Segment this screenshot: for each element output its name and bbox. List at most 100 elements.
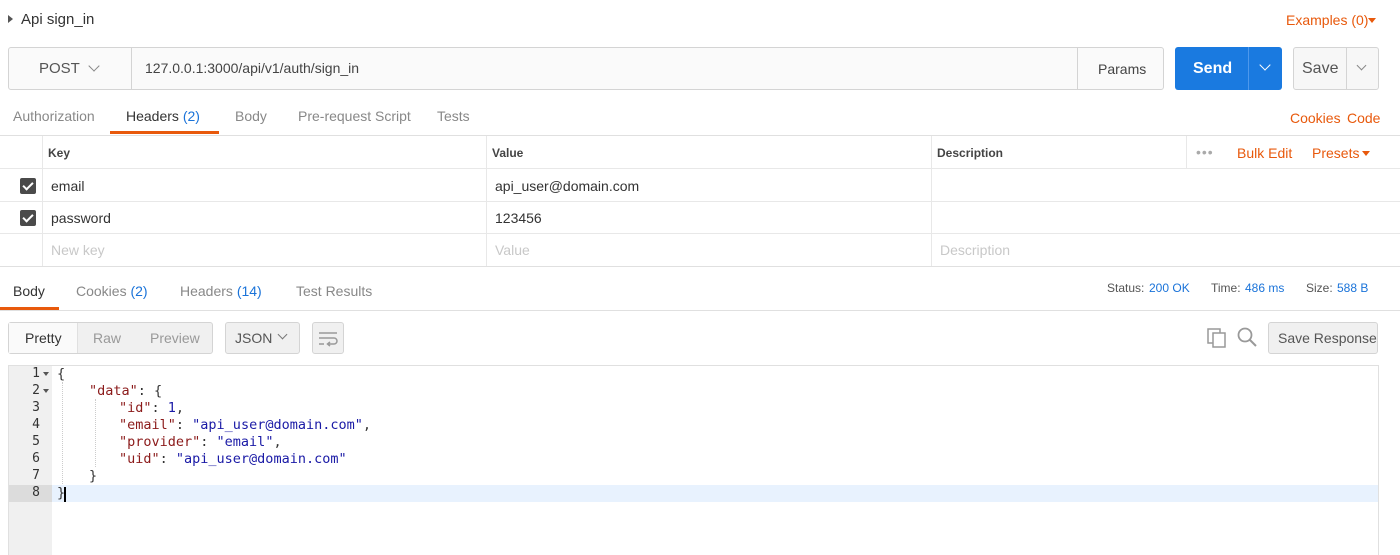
request-title[interactable]: Api sign_in [21, 11, 94, 28]
code-token: , [362, 417, 371, 433]
json-key: "uid" [119, 451, 160, 467]
response-tab-cookies[interactable]: Cookies (2) [76, 283, 148, 299]
fold-toggle-icon[interactable] [43, 372, 49, 376]
new-value-input[interactable]: Value [495, 242, 530, 258]
code-line: "email": "api_user@domain.com", [119, 417, 371, 433]
size-value[interactable]: 588 B [1337, 281, 1368, 295]
code-line: "uid": "api_user@domain.com" [119, 451, 347, 467]
indent-guide [62, 382, 63, 484]
text-cursor [64, 487, 66, 502]
indent-guide [95, 399, 96, 467]
code-token: : [159, 451, 176, 467]
time-value[interactable]: 486 ms [1245, 281, 1284, 295]
response-tab-headers-label: Headers [180, 283, 233, 299]
caret-down-icon [1368, 18, 1376, 23]
active-tab-indicator [110, 131, 219, 134]
line-number: 1 [32, 366, 40, 381]
column-divider [42, 136, 43, 266]
response-tab-body[interactable]: Body [13, 283, 45, 299]
header-checkbox-password[interactable] [20, 210, 36, 226]
code-line: { [57, 366, 65, 382]
url-value: 127.0.0.1:3000/api/v1/auth/sign_in [145, 60, 360, 76]
response-tab-headers-count: (14) [236, 283, 262, 299]
section-divider [0, 310, 1400, 311]
caret-down-icon [1362, 151, 1370, 156]
time-label: Time: [1211, 281, 1241, 295]
status-value[interactable]: 200 OK [1149, 281, 1190, 295]
tab-pre-request-script[interactable]: Pre-request Script [298, 108, 411, 124]
tab-authorization[interactable]: Authorization [13, 108, 95, 124]
line-number: 8 [32, 485, 40, 500]
json-key: "email" [119, 417, 176, 433]
preview-button[interactable]: Preview [150, 330, 200, 346]
code-token: , [273, 434, 282, 450]
raw-button[interactable]: Raw [93, 330, 121, 346]
header-value-input[interactable]: api_user@domain.com [495, 178, 639, 194]
fold-toggle-icon[interactable] [43, 389, 49, 393]
code-token: : [151, 400, 168, 416]
collapse-caret-icon[interactable] [8, 15, 13, 23]
json-number: 1 [167, 400, 176, 416]
code-token: : [175, 417, 193, 433]
response-tab-test-results[interactable]: Test Results [296, 283, 372, 299]
code-token: } [89, 468, 98, 484]
search-icon[interactable] [1236, 326, 1258, 348]
pretty-label: Pretty [25, 330, 62, 346]
send-divider [1248, 47, 1249, 90]
table-divider [0, 168, 1400, 169]
response-tab-cookies-label: Cookies [76, 283, 127, 299]
copy-icon[interactable] [1206, 327, 1228, 349]
line-number: 2 [32, 383, 40, 398]
code-line: "provider": "email", [119, 434, 282, 450]
json-key: "provider" [119, 434, 201, 450]
wrap-lines-icon [319, 332, 338, 347]
send-label: Send [1193, 60, 1233, 77]
format-label: JSON [235, 330, 273, 346]
line-number: 7 [32, 468, 40, 483]
header-key-input[interactable]: email [51, 178, 84, 194]
response-tab-cookies-count: (2) [130, 283, 148, 299]
presets-dropdown[interactable]: Presets [1312, 145, 1359, 161]
code-link[interactable]: Code [1347, 110, 1380, 126]
json-string: "api_user@domain.com" [175, 451, 347, 467]
bulk-edit-link[interactable]: Bulk Edit [1237, 145, 1292, 161]
new-description-input[interactable]: Description [940, 242, 1010, 258]
size-label: Size: [1306, 281, 1333, 295]
tab-headers[interactable]: Headers (2) [126, 108, 200, 124]
save-divider [1346, 48, 1347, 89]
code-token: { [57, 366, 66, 382]
column-divider [1186, 136, 1187, 168]
wrap-lines-button[interactable] [312, 322, 344, 354]
column-header-key: Key [48, 146, 71, 160]
column-header-value: Value [492, 146, 524, 160]
code-line: "data": { [89, 383, 162, 399]
examples-dropdown[interactable]: Examples (0) [1286, 12, 1368, 28]
column-header-description: Description [937, 146, 1004, 160]
save-response-label: Save Response [1278, 330, 1377, 346]
code-line: } [89, 468, 97, 484]
code-token: : [200, 434, 217, 450]
code-line: "id": 1, [119, 400, 184, 416]
header-key-input[interactable]: password [51, 210, 111, 226]
active-line-highlight [52, 485, 1378, 502]
new-key-input[interactable]: New key [51, 242, 105, 258]
json-string: "api_user@domain.com" [192, 417, 363, 433]
header-checkbox-email[interactable] [20, 178, 36, 194]
code-token: , [175, 400, 185, 416]
response-tab-headers[interactable]: Headers (14) [180, 283, 262, 299]
line-number: 4 [32, 417, 40, 432]
json-key: "id" [119, 400, 152, 416]
column-divider [931, 136, 932, 266]
json-key: "data" [89, 383, 138, 399]
save-label: Save [1302, 60, 1339, 77]
status-label: Status: [1107, 281, 1145, 295]
method-label: POST [39, 60, 80, 77]
tab-tests[interactable]: Tests [437, 108, 470, 124]
tab-headers-count: (2) [182, 108, 200, 124]
more-options-icon[interactable]: ••• [1196, 144, 1214, 160]
tab-body[interactable]: Body [235, 108, 267, 124]
cookies-link[interactable]: Cookies [1290, 110, 1341, 126]
table-divider [0, 233, 1400, 234]
line-number: 3 [32, 400, 40, 415]
header-value-input[interactable]: 123456 [495, 210, 542, 226]
